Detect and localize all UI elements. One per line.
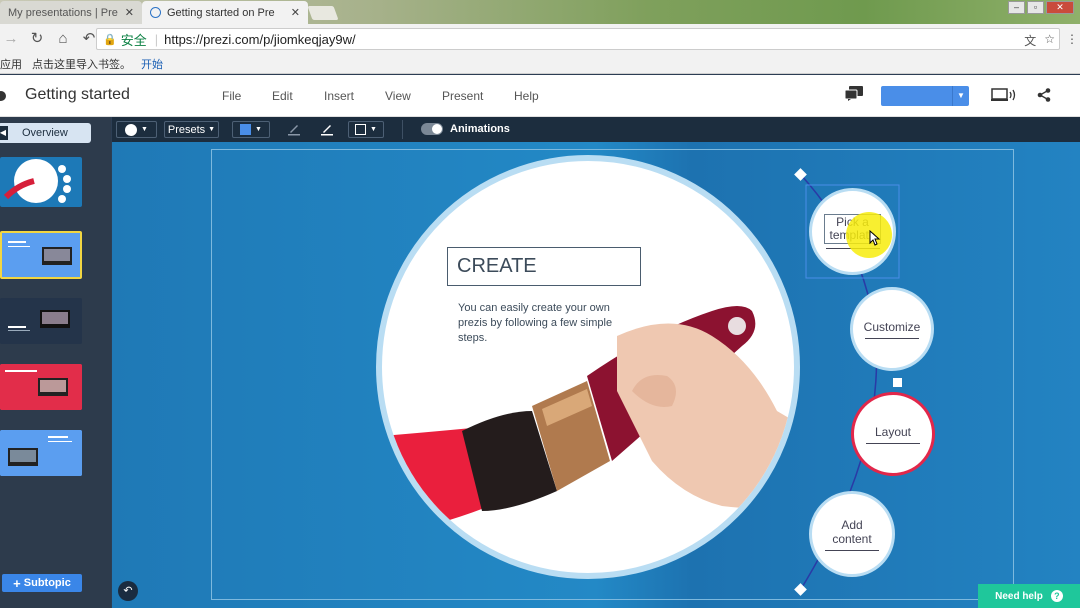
mouse-pointer-icon bbox=[869, 230, 881, 246]
fill-color-dropdown[interactable]: ▼ bbox=[232, 121, 270, 138]
chevron-down-icon: ▼ bbox=[208, 126, 216, 133]
slide-preview bbox=[0, 364, 82, 410]
translate-icon[interactable]: 文 bbox=[1024, 32, 1036, 49]
slide-preview bbox=[0, 430, 82, 476]
chevron-down-icon: ▼ bbox=[370, 126, 377, 133]
nav-buttons: → ↻ ⌂ ↶ bbox=[0, 31, 97, 47]
maximize-icon[interactable]: ▫ bbox=[1027, 1, 1044, 14]
node-label: Add bbox=[841, 517, 863, 532]
chevron-down-icon: ▼ bbox=[141, 126, 148, 133]
slide-thumbnail-1[interactable] bbox=[0, 157, 82, 207]
new-tab-button[interactable] bbox=[307, 6, 339, 20]
toolbar-divider bbox=[402, 120, 403, 139]
need-help-label: Need help bbox=[995, 590, 1043, 602]
star-icon[interactable]: ☆ bbox=[1044, 32, 1055, 49]
tab-getting-started[interactable]: Getting started on Pre ✕ bbox=[142, 1, 308, 24]
comments-icon[interactable] bbox=[845, 86, 863, 101]
browser-tab-strip: My presentations | Pre ✕ Getting started… bbox=[0, 0, 1080, 24]
menu-insert[interactable]: Insert bbox=[324, 89, 385, 103]
minimize-icon[interactable]: – bbox=[1008, 1, 1025, 14]
editor-toolbar: ▼ Presets ▼ ▼ ▼ bbox=[112, 117, 1080, 142]
menu-icon[interactable]: ⋮ bbox=[1066, 32, 1078, 46]
close-icon[interactable]: ✕ bbox=[291, 6, 300, 19]
main-menu: File Edit Insert View Present Help bbox=[222, 89, 539, 103]
tab-title: Getting started on Pre bbox=[167, 6, 275, 19]
node-customize[interactable]: Customize bbox=[850, 287, 934, 371]
lock-icon: 🔒 bbox=[103, 33, 117, 46]
chevron-down-icon[interactable]: ▼ bbox=[952, 86, 969, 106]
border-dropdown[interactable]: ▼ bbox=[348, 121, 384, 138]
slide-thumbnail-3[interactable] bbox=[0, 298, 82, 344]
overview-button[interactable]: ◀ Overview bbox=[0, 123, 91, 143]
node-label: content bbox=[832, 531, 872, 546]
overview-label: Overview bbox=[22, 127, 68, 139]
url-separator: | bbox=[154, 31, 159, 47]
list-circle-icon bbox=[125, 123, 138, 136]
bookmark-start[interactable]: 开始 bbox=[141, 56, 163, 72]
share-icon[interactable] bbox=[1037, 88, 1051, 102]
slide-thumbnail-4[interactable] bbox=[0, 364, 82, 410]
bookmark-import[interactable]: 点击这里导入书签。 bbox=[32, 56, 131, 72]
slide-thumbnail-5[interactable] bbox=[0, 430, 82, 476]
need-help-button[interactable]: Need help ? bbox=[978, 584, 1080, 608]
pen-icon[interactable] bbox=[287, 122, 301, 136]
slide-preview bbox=[0, 157, 82, 207]
window-controls: – ▫ ✕ bbox=[1008, 1, 1074, 14]
window-close-icon[interactable]: ✕ bbox=[1046, 1, 1074, 14]
node-add-content[interactable]: Add content bbox=[809, 491, 895, 577]
node-underline bbox=[865, 337, 919, 339]
style-dropdown[interactable]: ▼ bbox=[116, 121, 157, 138]
slide-thumbnail-2[interactable] bbox=[0, 231, 82, 279]
screen-audio-icon[interactable] bbox=[991, 88, 1017, 102]
prezi-logo-icon[interactable] bbox=[0, 91, 6, 101]
chevron-down-icon: ▼ bbox=[255, 126, 262, 133]
menu-edit[interactable]: Edit bbox=[272, 89, 324, 103]
node-underline bbox=[866, 442, 920, 444]
chevron-left-icon: ◀ bbox=[0, 126, 8, 140]
slide-preview bbox=[0, 298, 82, 344]
tab-my-presentations[interactable]: My presentations | Pre ✕ bbox=[0, 1, 142, 24]
back-arrow-icon[interactable]: ↶ bbox=[118, 581, 138, 601]
bookmark-apps[interactable]: 应用 bbox=[0, 56, 22, 72]
present-share-button[interactable]: ▼ bbox=[881, 86, 969, 106]
square-outline-icon bbox=[355, 124, 367, 135]
home-icon[interactable]: ⌂ bbox=[55, 31, 71, 47]
tab-title: My presentations | Pre bbox=[8, 6, 118, 19]
url-text: https://prezi.com/p/jiomkeqjay9w/ bbox=[164, 31, 356, 47]
forward-icon[interactable]: → bbox=[3, 31, 19, 47]
animations-toggle[interactable] bbox=[421, 123, 443, 135]
presets-label: Presets bbox=[167, 123, 206, 136]
presentation-title[interactable]: Getting started bbox=[25, 86, 130, 104]
reload-icon[interactable]: ↻ bbox=[29, 31, 45, 47]
node-label: Customize bbox=[863, 319, 921, 334]
animations-label: Animations bbox=[450, 123, 510, 135]
secure-label: 安全 bbox=[120, 32, 147, 48]
node-layout[interactable]: Layout bbox=[851, 392, 935, 476]
plus-icon: + bbox=[13, 575, 21, 591]
menu-file[interactable]: File bbox=[222, 89, 272, 103]
omnibox-actions: 文 ☆ bbox=[1024, 32, 1055, 49]
undo-icon[interactable]: ↶ bbox=[81, 31, 97, 47]
node-underline bbox=[825, 549, 879, 551]
bookmarks-bar: 应用 点击这里导入书签。 开始 bbox=[0, 54, 1080, 74]
highlighter-icon[interactable] bbox=[320, 122, 334, 136]
menu-present[interactable]: Present bbox=[442, 89, 514, 103]
slide-preview bbox=[2, 233, 80, 277]
presets-dropdown[interactable]: Presets ▼ bbox=[164, 121, 219, 138]
close-icon[interactable]: ✕ bbox=[125, 6, 134, 19]
subtopic-label: Subtopic bbox=[23, 577, 71, 589]
add-subtopic-button[interactable]: + Subtopic bbox=[2, 574, 82, 592]
menu-view[interactable]: View bbox=[385, 89, 442, 103]
fill-color-swatch bbox=[240, 124, 252, 135]
question-icon: ? bbox=[1050, 590, 1063, 602]
path-curve bbox=[794, 168, 902, 596]
menu-help[interactable]: Help bbox=[514, 89, 539, 103]
address-bar: → ↻ ⌂ ↶ 🔒 安全 | https://prezi.com/p/jiomk… bbox=[0, 24, 1080, 54]
presentation-canvas[interactable]: CREATE You can easily create your own pr… bbox=[112, 142, 1080, 608]
globe-icon bbox=[150, 7, 161, 18]
url-input[interactable]: 🔒 安全 | https://prezi.com/p/jiomkeqjay9w/… bbox=[96, 28, 1060, 50]
node-label: Layout bbox=[874, 424, 912, 439]
